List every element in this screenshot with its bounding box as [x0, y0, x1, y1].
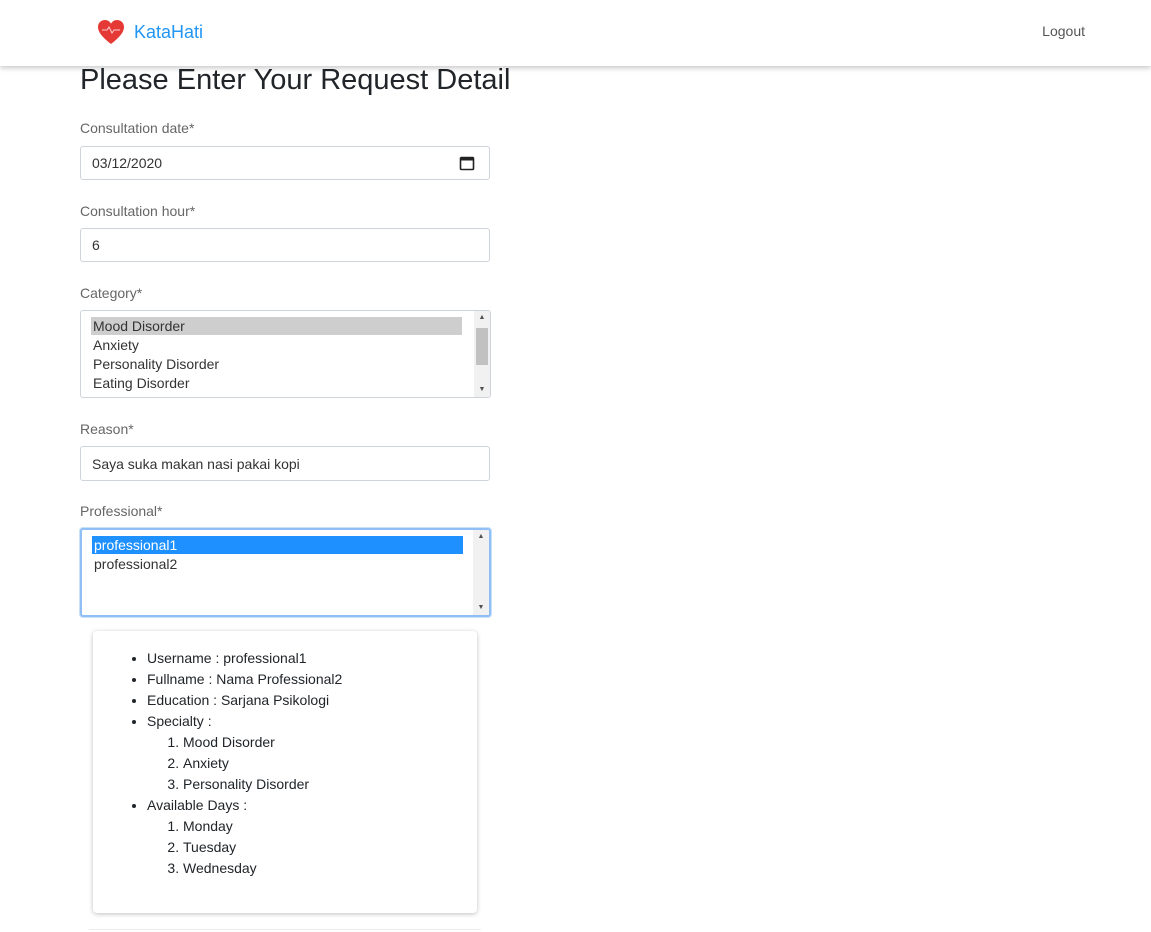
category-option[interactable]: T — [91, 393, 462, 397]
category-option[interactable]: Mood Disorder — [91, 317, 462, 335]
brand-link[interactable]: KataHati — [97, 18, 203, 46]
professional-scrollbar[interactable]: ▲ ▼ — [473, 530, 489, 615]
specialty-label: Specialty : — [147, 713, 212, 729]
consultation-hour-value: 6 — [92, 237, 100, 253]
category-scrollbar[interactable]: ▲ ▼ — [474, 311, 490, 397]
professional-listbox[interactable]: professional1 professional2 ▲ ▼ — [80, 528, 491, 617]
consultation-hour-input[interactable]: 6 — [80, 228, 490, 262]
professional-label: Professional* — [80, 503, 163, 519]
specialty-item: Mood Disorder — [183, 732, 342, 753]
scroll-up-arrow-icon[interactable]: ▲ — [474, 311, 490, 325]
professional-option[interactable]: professional1 — [92, 536, 463, 554]
logout-link[interactable]: Logout — [1042, 23, 1085, 39]
category-scroll-thumb[interactable] — [476, 328, 488, 365]
category-option[interactable]: Personality Disorder — [91, 355, 462, 373]
info-username: Username : professional1 — [147, 648, 342, 669]
scroll-down-arrow-icon[interactable]: ▼ — [474, 383, 490, 397]
reason-input[interactable]: Saya suka makan nasi pakai kopi — [80, 446, 490, 481]
category-option[interactable]: Anxiety — [91, 336, 462, 354]
consultation-date-input[interactable]: 03/12/2020 — [80, 146, 490, 180]
heart-logo-icon — [98, 20, 124, 44]
specialty-list: Mood Disorder Anxiety Personality Disord… — [147, 732, 342, 795]
available-days-label: Available Days : — [147, 797, 248, 813]
consultation-date-value: 03/12/2020 — [92, 155, 163, 171]
info-education: Education : Sarjana Psikologi — [147, 690, 342, 711]
day-item: Tuesday — [183, 837, 342, 858]
category-label: Category* — [80, 285, 143, 301]
consultation-date-label: Consultation date* — [80, 120, 195, 136]
specialty-item: Personality Disorder — [183, 774, 342, 795]
scroll-down-arrow-icon[interactable]: ▼ — [473, 601, 489, 615]
category-option[interactable]: Eating Disorder — [91, 374, 462, 392]
specialty-item: Anxiety — [183, 753, 342, 774]
navbar: KataHati Logout — [0, 0, 1151, 66]
info-specialty: Specialty : Mood Disorder Anxiety Person… — [147, 711, 342, 795]
divider — [89, 929, 481, 930]
info-fullname: Fullname : Nama Professional2 — [147, 669, 342, 690]
scroll-up-arrow-icon[interactable]: ▲ — [473, 530, 489, 544]
category-listbox[interactable]: Mood Disorder Anxiety Personality Disord… — [80, 310, 491, 398]
day-item: Monday — [183, 816, 342, 837]
day-item: Wednesday — [183, 858, 342, 879]
reason-label: Reason* — [80, 421, 134, 437]
brand-name: KataHati — [134, 21, 204, 42]
professional-option[interactable]: professional2 — [92, 555, 463, 573]
professional-info-list: Username : professional1 Fullname : Nama… — [93, 648, 342, 879]
calendar-icon[interactable] — [459, 155, 475, 171]
reason-value: Saya suka makan nasi pakai kopi — [92, 455, 300, 472]
page-title: Please Enter Your Request Detail — [80, 64, 511, 96]
info-available-days: Available Days : Monday Tuesday Wednesda… — [147, 795, 342, 879]
professional-info-card: Username : professional1 Fullname : Nama… — [93, 631, 477, 913]
available-days-list: Monday Tuesday Wednesday — [147, 816, 342, 879]
consultation-hour-label: Consultation hour* — [80, 203, 196, 219]
